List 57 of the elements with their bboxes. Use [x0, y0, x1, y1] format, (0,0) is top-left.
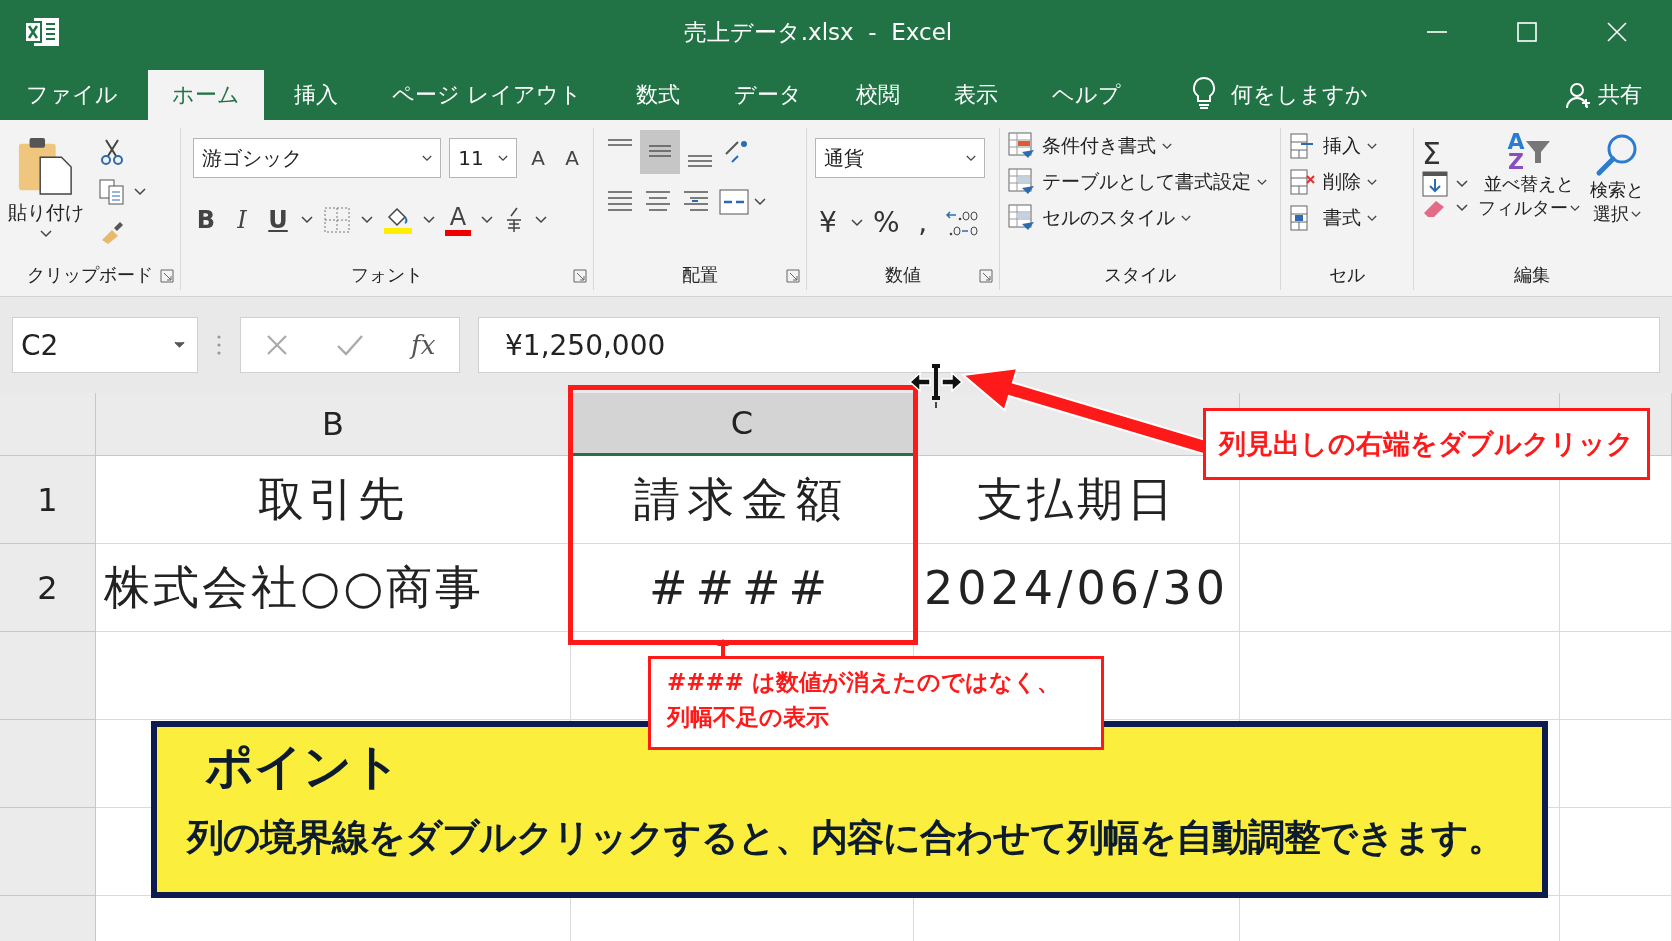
insert-function-button[interactable]: fx [411, 330, 436, 360]
styles-menu-button[interactable]: セルのスタイル [1008, 204, 1272, 232]
bold-button[interactable]: B [193, 206, 219, 234]
share-button[interactable]: 共有 [1598, 70, 1642, 120]
tell-me-button[interactable]: 何をしますか [1231, 70, 1368, 120]
underline-button[interactable]: U [265, 206, 291, 234]
table-cell: #### [571, 544, 914, 632]
group-label: 数値 [885, 263, 921, 287]
ribbon-tab[interactable]: 数式 [612, 70, 704, 120]
ribbon-tab[interactable]: データ [710, 70, 826, 120]
paste-button[interactable]: 貼り付け [8, 132, 84, 260]
table-cell: 取引先 [96, 456, 571, 544]
tip-title: ポイント [204, 737, 402, 796]
callout-tooltip: #### は数値が消えたのではなく、 列幅不足の表示 [648, 656, 1104, 750]
ribbon-tab[interactable]: 校閲 [832, 70, 924, 120]
currency-button[interactable]: ¥ [815, 206, 841, 239]
window-title: 売上データ.xlsx - Excel [682, 17, 954, 47]
group-label: セル [1329, 263, 1365, 287]
ribbon-tab[interactable]: 表示 [930, 70, 1022, 120]
table-cell: 株式会社○○商事 [96, 544, 571, 632]
formula-input[interactable]: ¥1,250,000 [478, 317, 1660, 373]
italic-button[interactable]: I [229, 206, 255, 234]
cells-menu-button[interactable]: 書式 [1289, 204, 1405, 232]
comma-button[interactable]: , [909, 206, 936, 239]
autosum-button[interactable]: Σ [1422, 136, 1441, 171]
cells-menu-button[interactable]: 削除 [1289, 168, 1405, 196]
column-header[interactable]: B [96, 393, 571, 456]
font-size-dropdown[interactable]: 11 [449, 138, 517, 178]
table-cell: 請求金額 [571, 456, 914, 544]
row-header[interactable]: 1 [0, 456, 96, 544]
font-color-button[interactable]: A [445, 204, 471, 236]
font-name-dropdown[interactable]: 游ゴシック [193, 138, 442, 178]
percent-button[interactable]: % [873, 206, 900, 239]
styles-menu-button[interactable]: 条件付き書式 [1008, 132, 1272, 160]
find-select-button[interactable]: 検索と 選択 [1590, 132, 1644, 260]
row-header[interactable]: 2 [0, 544, 96, 632]
cells-menu-button[interactable]: 挿入 [1289, 132, 1405, 160]
increase-font-size-button[interactable]: A [525, 146, 551, 170]
styles-menu-button[interactable]: テーブルとして書式設定 [1008, 168, 1272, 196]
number-format-dropdown[interactable]: 通貨 [815, 138, 985, 178]
ribbon-tab[interactable]: ファイル [2, 70, 142, 120]
sort-filter-button[interactable]: A Z 並べ替えと フィルター [1478, 132, 1580, 260]
ribbon-tab[interactable]: ホーム [148, 70, 264, 120]
tip-text: 列の境界線をダブルクリックすると、内容に合わせて列幅を自動調整できます。 [187, 815, 1505, 861]
group-label: 編集 [1514, 263, 1550, 287]
ribbon-tab[interactable]: ヘルプ [1028, 70, 1145, 120]
ribbon-tab[interactable]: 挿入 [270, 70, 362, 120]
column-header[interactable]: C [571, 393, 914, 456]
group-label: 配置 [682, 263, 718, 287]
callout-tooltip: 列見出しの右端をダブルクリック [1203, 408, 1650, 480]
table-cell: 2024/06/30 [914, 544, 1240, 632]
ribbon-tab[interactable]: ページ レイアウト [368, 70, 606, 120]
decrease-font-size-button[interactable]: A [559, 146, 585, 170]
group-label: フォント [351, 263, 423, 287]
group-label: クリップボード [27, 263, 153, 287]
group-label: スタイル [1104, 263, 1176, 287]
name-box[interactable]: C2 [12, 317, 198, 373]
